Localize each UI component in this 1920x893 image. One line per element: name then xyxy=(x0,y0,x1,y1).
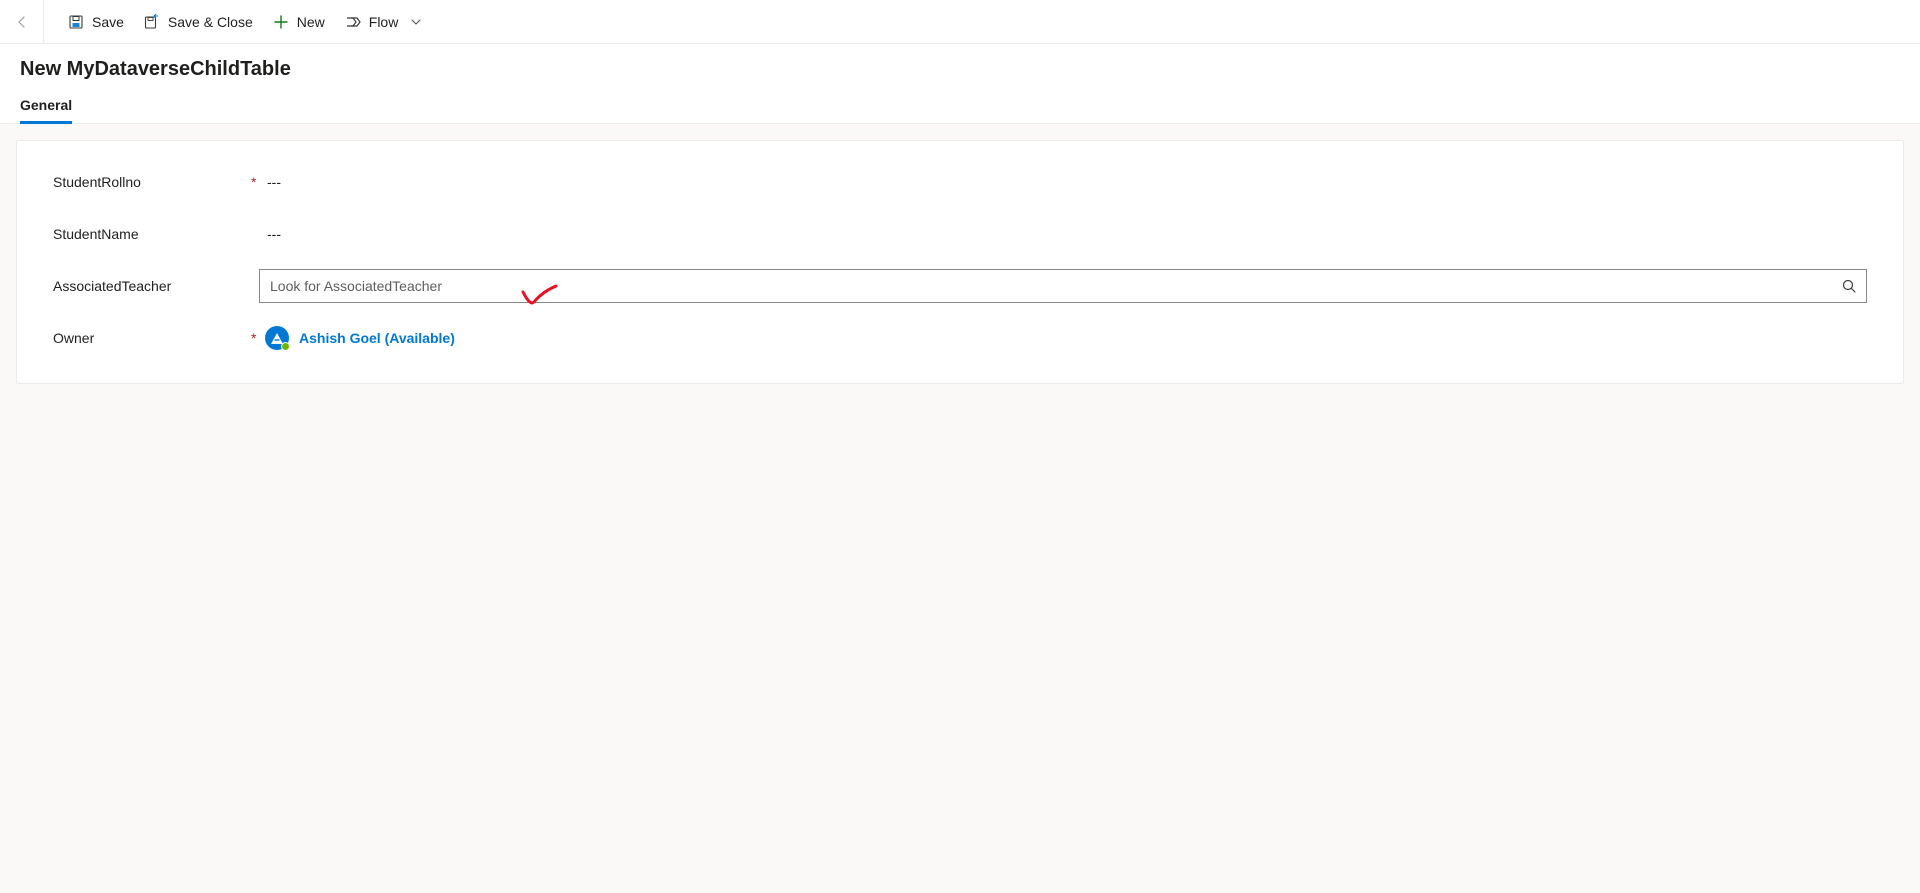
field-associated-teacher: AssociatedTeacher xyxy=(53,269,1867,303)
field-label-student-rollno: StudentRollno xyxy=(53,174,223,190)
new-button[interactable]: New xyxy=(263,0,335,44)
page-title: New MyDataverseChildTable xyxy=(20,58,1900,91)
save-button[interactable]: Save xyxy=(58,0,134,44)
label-text: StudentName xyxy=(53,226,139,242)
plus-icon xyxy=(273,14,289,30)
back-button[interactable] xyxy=(0,0,44,43)
field-label-owner: Owner xyxy=(53,330,223,346)
flow-label: Flow xyxy=(369,14,399,30)
tab-general[interactable]: General xyxy=(20,91,72,123)
command-group: Save Save & Close New xyxy=(44,0,434,43)
content-area: StudentRollno * --- StudentName --- Asso… xyxy=(0,124,1920,400)
lookup-search-button[interactable] xyxy=(1832,270,1866,302)
flow-icon xyxy=(345,14,361,30)
field-student-name: StudentName --- xyxy=(53,217,1867,251)
owner-user-chip[interactable]: Ashish Goel (Available) xyxy=(259,326,455,350)
field-owner: Owner * Ashish Goel (Available) xyxy=(53,321,1867,355)
new-label: New xyxy=(297,14,325,30)
chevron-down-icon xyxy=(408,14,424,30)
page-header: New MyDataverseChildTable General xyxy=(0,44,1920,124)
value-text: --- xyxy=(259,226,281,242)
save-icon xyxy=(68,14,84,30)
owner-name: Ashish Goel (Available) xyxy=(299,330,455,346)
save-close-label: Save & Close xyxy=(168,14,253,30)
required-indicator: * xyxy=(251,330,259,346)
tabs: General xyxy=(20,91,1900,123)
field-value-student-rollno[interactable]: --- xyxy=(259,174,1867,190)
field-value-student-name[interactable]: --- xyxy=(259,226,1867,242)
presence-available-icon xyxy=(281,342,290,351)
tab-general-label: General xyxy=(20,97,72,113)
field-label-student-name: StudentName xyxy=(53,226,223,242)
form-card: StudentRollno * --- StudentName --- Asso… xyxy=(16,140,1904,384)
field-label-associated-teacher: AssociatedTeacher xyxy=(53,278,223,294)
save-close-button[interactable]: Save & Close xyxy=(134,0,263,44)
back-arrow-icon xyxy=(14,14,30,30)
flow-button[interactable]: Flow xyxy=(335,0,435,44)
lookup-associated-teacher xyxy=(259,269,1867,303)
search-icon xyxy=(1841,278,1857,294)
save-close-icon xyxy=(144,14,160,30)
field-value-owner: Ashish Goel (Available) xyxy=(259,326,1867,350)
label-text: StudentRollno xyxy=(53,174,141,190)
label-text: Owner xyxy=(53,330,94,346)
required-indicator: * xyxy=(251,174,259,190)
avatar xyxy=(265,326,289,350)
save-label: Save xyxy=(92,14,124,30)
field-student-rollno: StudentRollno * --- xyxy=(53,165,1867,199)
lookup-input[interactable] xyxy=(260,270,1832,302)
field-value-associated-teacher xyxy=(259,269,1867,303)
label-text: AssociatedTeacher xyxy=(53,278,171,294)
command-bar: Save Save & Close New xyxy=(0,0,1920,44)
value-text: --- xyxy=(259,174,281,190)
